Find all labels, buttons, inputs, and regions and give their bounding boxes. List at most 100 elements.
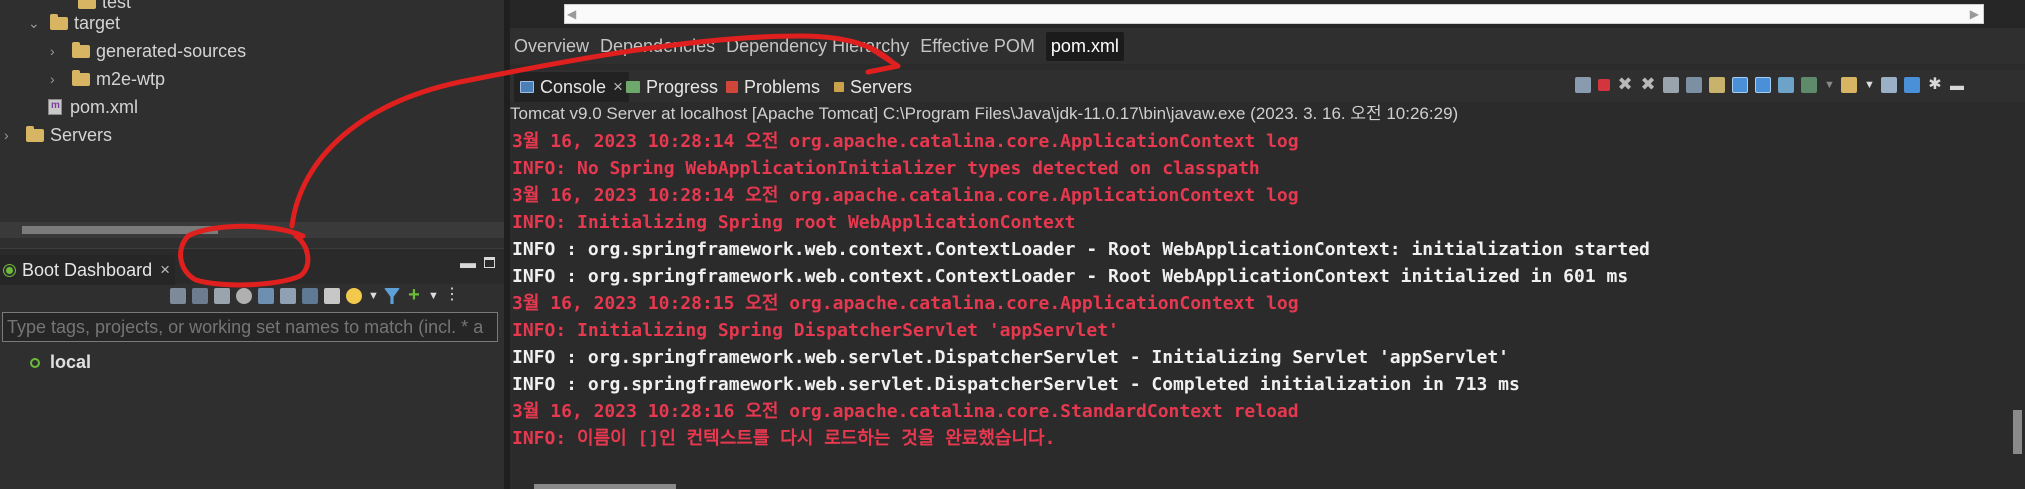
chevron-right-icon[interactable]: › <box>50 44 62 58</box>
dropdown-icon[interactable]: ▼ <box>368 291 379 302</box>
tab-dependencies[interactable]: Dependencies <box>600 36 715 57</box>
local-target[interactable]: local <box>30 352 91 373</box>
dropdown-icon[interactable]: ▼ <box>1864 80 1875 91</box>
pom-editor-tabs: Overview Dependencies Dependency Hierarc… <box>510 28 2025 64</box>
editor-horizontal-scrollbar[interactable]: ◀ ▶ <box>564 4 1984 24</box>
tab-label: Boot Dashboard <box>22 259 153 280</box>
tab-progress[interactable]: Progress <box>626 72 718 102</box>
tab-dependency-hierarchy[interactable]: Dependency Hierarchy <box>726 36 909 57</box>
tree-item-pom-xml[interactable]: pom.xml <box>48 93 138 121</box>
tree-item-generated-sources[interactable]: › generated-sources <box>50 37 246 65</box>
edit-icon[interactable] <box>302 288 318 304</box>
folder-icon <box>72 41 90 58</box>
add-icon[interactable]: + <box>406 285 422 305</box>
tab-overview[interactable]: Overview <box>514 36 589 57</box>
minimize-icon[interactable]: ▬ <box>1950 77 1964 93</box>
boot-dashboard-icon <box>4 264 15 276</box>
console-line: INFO: Initializing Spring root WebApplic… <box>512 212 1076 233</box>
ide-window: test ⌄ target › generated-sources › m2e-… <box>0 0 2025 489</box>
tree-item-m2e-wtp[interactable]: › m2e-wtp <box>50 65 165 93</box>
scrollbar-thumb[interactable] <box>22 226 218 234</box>
refresh-icon[interactable] <box>280 288 296 304</box>
progress-icon <box>626 81 640 93</box>
show-on-stderr-icon[interactable] <box>1755 77 1771 93</box>
tree-item-label: target <box>74 12 121 33</box>
tree-item-label: pom.xml <box>70 96 139 117</box>
tab-pom-xml[interactable]: pom.xml <box>1045 31 1124 61</box>
console-line: 3월 16, 2023 10:28:15 오전 org.apache.catal… <box>512 293 1299 314</box>
tab-label: Console <box>540 76 607 97</box>
clear-console-icon[interactable] <box>1663 77 1679 93</box>
copy-icon[interactable] <box>1881 77 1897 93</box>
scrollbar-thumb[interactable] <box>2013 410 2022 454</box>
console-icon <box>520 81 534 93</box>
terminate-icon[interactable] <box>1598 79 1610 91</box>
console-launch-description: Tomcat v9.0 Server at localhost [Apache … <box>510 102 2025 126</box>
scroll-right-icon[interactable]: ▶ <box>1970 7 1979 21</box>
close-icon[interactable]: × <box>613 77 623 97</box>
remove-launch-icon[interactable]: ✖ <box>1617 75 1633 93</box>
filter-icon[interactable] <box>384 288 400 304</box>
tree-item-label: m2e-wtp <box>96 68 166 89</box>
tree-item-label: generated-sources <box>96 40 247 61</box>
problems-icon <box>726 81 738 93</box>
show-on-stdout-icon[interactable] <box>1732 77 1748 93</box>
console-line: 3월 16, 2023 10:28:14 오전 org.apache.catal… <box>512 185 1299 206</box>
explorer-horizontal-scrollbar[interactable] <box>0 222 504 238</box>
dropdown-icon[interactable]: ▼ <box>428 291 439 302</box>
tree-item-label: Servers <box>50 124 113 145</box>
console-output[interactable]: 3월 16, 2023 10:28:14 오전 org.apache.catal… <box>510 128 2008 480</box>
servers-icon <box>834 82 844 92</box>
display-selected-console-icon[interactable] <box>1778 77 1794 93</box>
console-vertical-scrollbar[interactable] <box>2010 128 2025 480</box>
chevron-right-icon[interactable]: › <box>50 72 62 86</box>
tab-servers[interactable]: Servers <box>834 72 912 102</box>
console-line: INFO: 이름이 []인 컨텍스트를 다시 로드하는 것을 완료했습니다. <box>512 428 1056 449</box>
console-line: INFO : org.springframework.web.context.C… <box>512 239 1650 260</box>
lightbulb-icon[interactable] <box>346 288 362 304</box>
settings-icon[interactable]: ✱ <box>1927 77 1943 93</box>
console-line: INFO : org.springframework.web.servlet.D… <box>512 374 1520 395</box>
word-wrap-icon[interactable] <box>1709 77 1725 93</box>
boot-dashboard-filter-input[interactable] <box>2 312 498 342</box>
boot-dashboard-toolbar: ▼ + ▼ ⋮ <box>170 284 460 308</box>
tab-effective-pom[interactable]: Effective POM <box>920 36 1035 57</box>
console-horizontal-scrollbar[interactable] <box>510 480 2025 489</box>
tree-item-servers[interactable]: › Servers <box>4 121 112 149</box>
new-console-icon[interactable] <box>1841 77 1857 93</box>
scrollbar-thumb[interactable] <box>534 484 676 489</box>
connect-icon[interactable] <box>170 288 186 304</box>
console-line: 3월 16, 2023 10:28:14 오전 org.apache.catal… <box>512 131 1299 152</box>
open-console-icon[interactable] <box>192 288 208 304</box>
remove-all-terminated-icon[interactable]: ✖ <box>1640 75 1656 93</box>
minimize-icon[interactable]: ▬ <box>460 255 476 273</box>
right-column: ◀ ▶ Overview Dependencies Dependency Hie… <box>510 0 2025 489</box>
left-column: test ⌄ target › generated-sources › m2e-… <box>0 0 504 489</box>
console-toolbar: ✖ ✖ ▼ ▼ ✱ ▬ <box>1575 70 1964 100</box>
chevron-right-icon[interactable]: › <box>4 128 16 142</box>
properties-icon[interactable] <box>324 288 340 304</box>
maximize-icon[interactable] <box>484 257 495 268</box>
pom-editor-area: ◀ ▶ <box>510 0 2025 28</box>
scroll-left-icon[interactable]: ◀ <box>567 7 576 21</box>
scroll-lock-icon[interactable] <box>1686 77 1702 93</box>
tab-boot-dashboard[interactable]: Boot Dashboard × <box>0 255 175 285</box>
tab-label: Servers <box>850 76 913 97</box>
tab-console[interactable]: Console × <box>514 72 629 102</box>
tab-problems[interactable]: Problems <box>726 72 820 102</box>
delete-icon[interactable] <box>214 288 230 304</box>
maven-file-icon <box>48 99 62 115</box>
toggle-icon[interactable] <box>1904 77 1920 93</box>
open-console-icon[interactable] <box>1801 77 1817 93</box>
view-menu-icon[interactable]: ⋮ <box>444 287 460 304</box>
tree-item-target[interactable]: ⌄ target <box>28 9 120 37</box>
pin-console-icon[interactable] <box>1575 77 1591 93</box>
chevron-down-icon[interactable]: ⌄ <box>28 16 40 30</box>
dropdown-icon[interactable]: ▼ <box>1824 80 1835 91</box>
console-line: INFO : org.springframework.web.context.C… <box>512 266 1629 287</box>
stop-icon[interactable] <box>236 288 252 304</box>
folder-icon <box>78 0 96 9</box>
close-icon[interactable]: × <box>160 260 170 280</box>
console-line: INFO: Initializing Spring DispatcherServ… <box>512 320 1119 341</box>
deploy-icon[interactable] <box>258 288 274 304</box>
